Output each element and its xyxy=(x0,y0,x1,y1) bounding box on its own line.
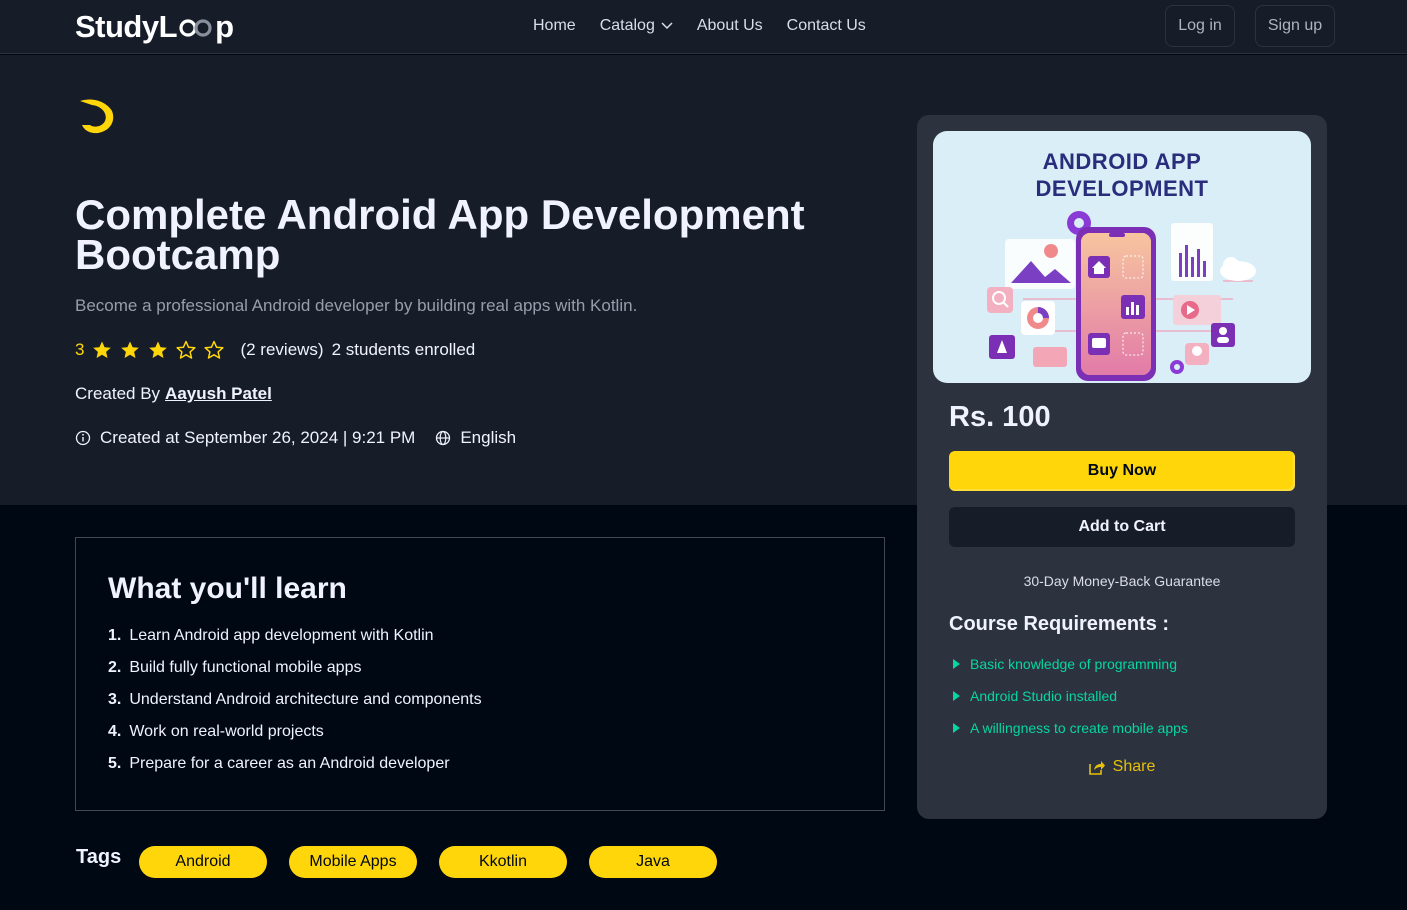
course-title: Complete Android App Development Bootcam… xyxy=(75,191,805,278)
star-filled-icon xyxy=(148,340,168,360)
requirement-text: Basic knowledge of programming xyxy=(970,656,1177,672)
globe-icon xyxy=(435,430,451,446)
learn-item-text: Understand Android architecture and comp… xyxy=(129,691,482,708)
requirement-item: A willingness to create mobile apps xyxy=(949,712,1188,744)
language-info: English xyxy=(435,428,516,448)
star-filled-icon xyxy=(120,340,140,360)
share-icon xyxy=(1088,760,1105,775)
login-button[interactable]: Log in xyxy=(1165,5,1235,47)
star-outline-icon xyxy=(204,340,225,360)
caret-right-icon xyxy=(953,691,960,701)
learn-item: 3. Understand Android architecture and co… xyxy=(108,691,482,708)
requirement-text: Android Studio installed xyxy=(970,688,1118,704)
course-thumbnail: ANDROID APP DEVELOPMENT xyxy=(933,131,1311,383)
learn-item: 4. Work on real-world projects xyxy=(108,723,324,740)
nav-catalog-label: Catalog xyxy=(599,17,655,34)
course-meta: Created at September 26, 2024 | 9:21 PM … xyxy=(75,428,516,448)
rating-stars xyxy=(92,340,232,360)
star-outline-icon xyxy=(176,340,197,360)
course-purchase-card: ANDROID APP DEVELOPMENT Rs. 100 Buy Now … xyxy=(917,115,1327,819)
nav-contact-link[interactable]: Contact Us xyxy=(787,17,866,35)
created-by-label: Created By xyxy=(75,384,161,403)
requirement-item: Basic knowledge of programming xyxy=(949,648,1188,680)
tag-mobile-apps[interactable]: Mobile Apps xyxy=(289,846,417,878)
learn-item-text: Prepare for a career as an Android devel… xyxy=(129,755,450,772)
nav-catalog-dropdown[interactable]: Catalog xyxy=(600,17,673,35)
nav-about-link[interactable]: About Us xyxy=(697,17,763,35)
enrolled-count: 2 students enrolled xyxy=(331,340,476,359)
nav-links: Home Catalog About Us Contact Us xyxy=(533,17,890,35)
what-you-learn-box: What you'll learn 1. Learn Android app de… xyxy=(75,537,885,811)
requirement-text: A willingness to create mobile apps xyxy=(970,720,1188,736)
rating-value: 3 xyxy=(75,340,85,359)
thumbnail-title-line1: ANDROID APP xyxy=(1042,149,1202,174)
navbar: StudyL p Home Catalog About Us Contact U… xyxy=(0,0,1407,54)
author-link[interactable]: Aayush Patel xyxy=(165,384,272,403)
star-filled-icon xyxy=(92,340,112,360)
chevron-down-icon xyxy=(661,22,673,30)
info-icon xyxy=(75,430,91,446)
thumbnail-title: ANDROID APP DEVELOPMENT xyxy=(933,148,1311,202)
learn-item: 5. Prepare for a career as an Android dev… xyxy=(108,755,450,772)
course-language: English xyxy=(460,428,517,447)
requirement-item: Android Studio installed xyxy=(949,680,1188,712)
tag-kotlin[interactable]: Kkotlin xyxy=(439,846,567,878)
tag-android[interactable]: Android xyxy=(139,846,267,878)
learn-item-text: Learn Android app development with Kotli… xyxy=(129,627,434,644)
thumbnail-title-line2: DEVELOPMENT xyxy=(1035,176,1209,201)
learn-item-text: Build fully functional mobile apps xyxy=(129,659,362,676)
studyloop-logo[interactable]: StudyL p xyxy=(75,9,234,45)
created-at: Created at September 26, 2024 | 9:21 PM xyxy=(100,428,416,447)
share-button[interactable]: Share xyxy=(917,758,1327,776)
created-by: Created By Aayush Patel xyxy=(75,384,272,404)
caret-right-icon xyxy=(953,723,960,733)
logo-text-prefix: StudyL xyxy=(75,9,178,44)
logo-text-suffix: p xyxy=(215,9,234,44)
signup-button[interactable]: Sign up xyxy=(1255,5,1335,47)
nav-home-link[interactable]: Home xyxy=(533,17,576,35)
course-subtitle: Become a professional Android developer … xyxy=(75,296,638,315)
course-price: Rs. 100 xyxy=(949,401,1051,433)
requirements-list: Basic knowledge of programming Android S… xyxy=(949,648,1188,744)
tags-label: Tags xyxy=(76,846,122,868)
learn-list: 1. Learn Android app development with Kot… xyxy=(108,620,482,780)
money-back-guarantee: 30-Day Money-Back Guarantee xyxy=(1023,573,1221,589)
caret-right-icon xyxy=(953,659,960,669)
tag-java[interactable]: Java xyxy=(589,846,717,878)
rating-row: 3 (2 reviews) 2 students enrolled xyxy=(75,340,475,360)
learn-title: What you'll learn xyxy=(108,572,347,605)
learn-item: 1. Learn Android app development with Kot… xyxy=(108,627,434,644)
learn-item: 2. Build fully functional mobile apps xyxy=(108,659,362,676)
logo-loop-icon xyxy=(178,16,214,38)
share-label: Share xyxy=(1112,758,1156,775)
reviews-count: (2 reviews) xyxy=(240,340,324,359)
course-brand-mark-icon xyxy=(76,95,116,140)
add-to-cart-button[interactable]: Add to Cart xyxy=(949,507,1295,547)
learn-item-text: Work on real-world projects xyxy=(129,723,324,740)
requirements-title: Course Requirements : xyxy=(949,613,1170,635)
buy-now-button[interactable]: Buy Now xyxy=(949,451,1295,491)
